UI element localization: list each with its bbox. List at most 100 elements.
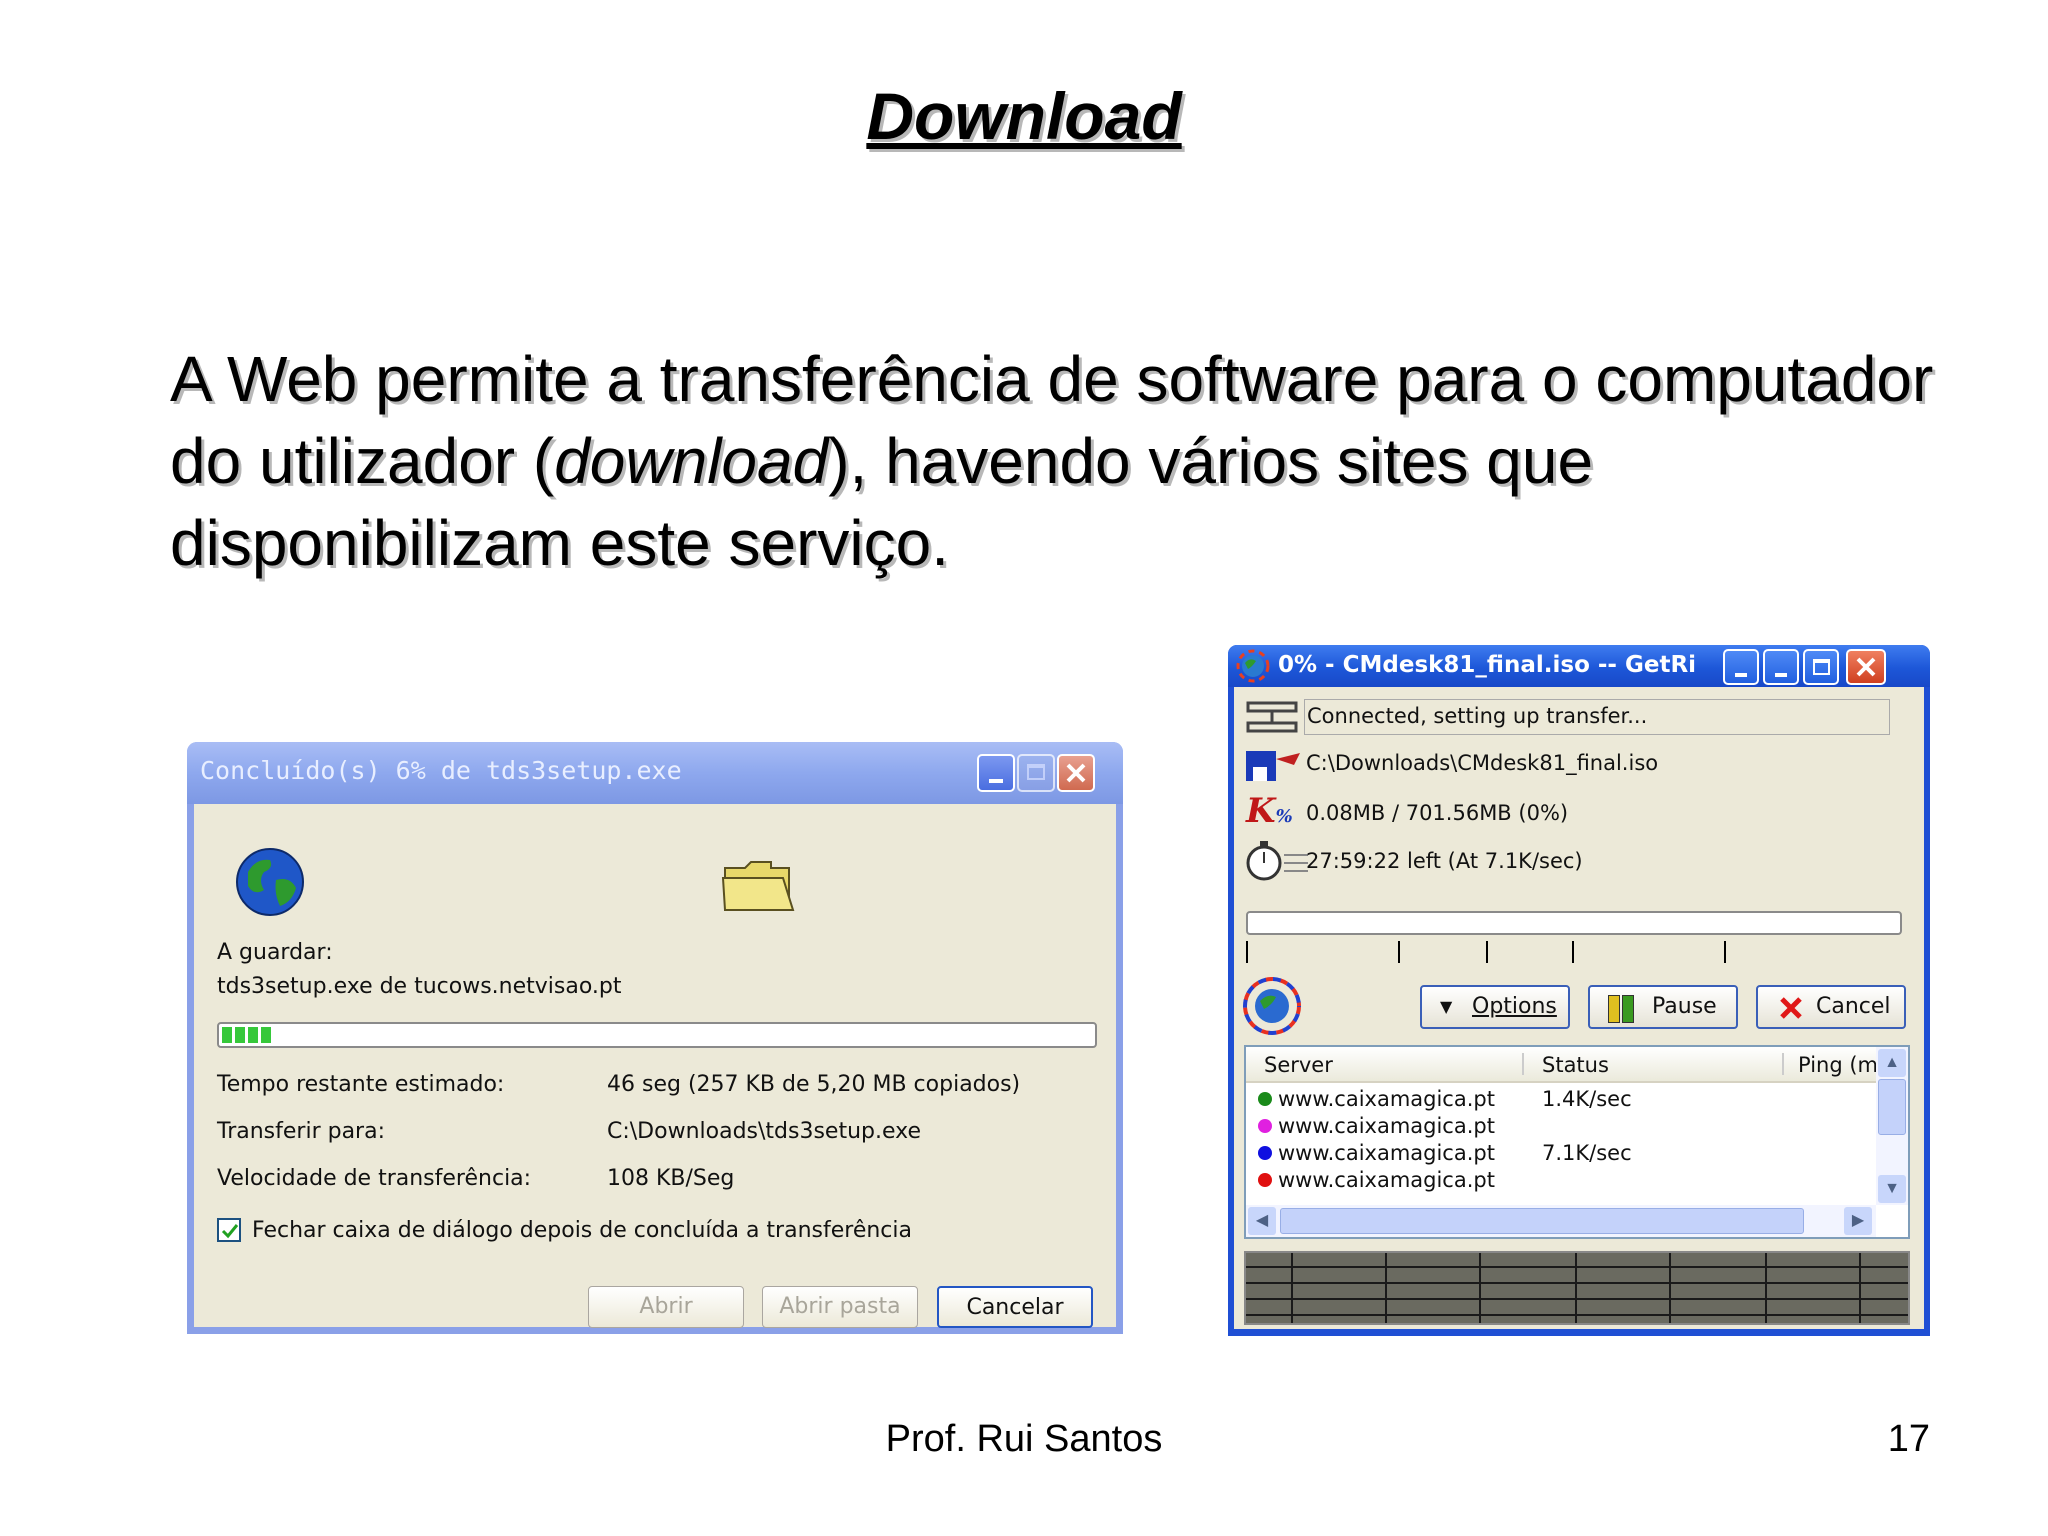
scroll-down-icon[interactable]: ▼ xyxy=(1878,1175,1906,1203)
segment-grid-lines xyxy=(1246,1253,1908,1323)
server-name: www.caixamagica.pt xyxy=(1278,1114,1495,1138)
footer-author: Prof. Rui Santos xyxy=(885,1418,1163,1460)
options-button[interactable]: ▼ Options xyxy=(1420,985,1570,1029)
server-status: 1.4K/sec xyxy=(1542,1087,1632,1111)
scroll-up-icon[interactable]: ▲ xyxy=(1878,1049,1906,1077)
transfer-rate-label: Velocidade de transferência: xyxy=(217,1166,532,1191)
pause-icon xyxy=(1608,995,1620,1023)
download-dialog-titlebar[interactable]: Concluído(s) 6% de tds3setup.exe xyxy=(187,742,1123,804)
time-left-text: 27:59:22 left (At 7.1K/sec) xyxy=(1306,849,1583,873)
save-path: C:\Downloads\CMdesk81_final.iso xyxy=(1306,751,1659,775)
getright-minimize-button[interactable] xyxy=(1763,649,1799,685)
stopwatch-icon xyxy=(1246,841,1308,881)
close-icon xyxy=(1066,763,1086,783)
getright-title: 0% - CMdesk81_final.iso -- GetRi xyxy=(1278,652,1697,678)
server-row[interactable]: www.caixamagica.pt xyxy=(1258,1114,1868,1140)
transfer-to-value: C:\Downloads\tds3setup.exe xyxy=(607,1119,922,1144)
server-list-vscrollbar[interactable]: ▲ ▼ xyxy=(1876,1047,1908,1205)
time-remaining-label: Tempo restante estimado: xyxy=(217,1072,505,1097)
getright-maximize-button[interactable] xyxy=(1803,649,1839,685)
open-folder-button[interactable]: Abrir pasta xyxy=(762,1286,918,1328)
minimize-icon xyxy=(1735,673,1747,677)
close-icon xyxy=(1856,657,1876,677)
checkmark-icon xyxy=(221,1224,239,1239)
scroll-thumb[interactable] xyxy=(1878,1079,1906,1135)
folder-icon xyxy=(721,861,795,911)
connection-icon xyxy=(1246,701,1298,733)
segment-marker xyxy=(1572,941,1574,963)
status-text: Connected, setting up transfer... xyxy=(1307,704,1648,728)
download-dialog-client: A guardar: tds3setup.exe de tucows.netvi… xyxy=(194,804,1116,1328)
save-disk-icon xyxy=(1246,751,1300,781)
body-italic: download xyxy=(554,425,829,497)
open-button[interactable]: Abrir xyxy=(588,1286,744,1328)
getright-cancel-button[interactable]: Cancel xyxy=(1756,985,1906,1029)
globe-icon xyxy=(236,848,304,916)
column-status[interactable]: Status xyxy=(1542,1053,1609,1077)
maximize-icon xyxy=(1027,764,1045,780)
segment-marker xyxy=(1398,941,1400,963)
getright-titlebar[interactable]: 0% - CMdesk81_final.iso -- GetRi xyxy=(1228,645,1930,687)
getright-minimize-tray-button[interactable] xyxy=(1723,649,1759,685)
minimize-button[interactable] xyxy=(977,754,1015,792)
server-list: Server Status Ping (m www.caixamagica.pt… xyxy=(1244,1045,1910,1239)
maximize-icon xyxy=(1813,659,1830,675)
cancel-x-icon xyxy=(1780,997,1802,1019)
download-dialog-title: Concluído(s) 6% de tds3setup.exe xyxy=(200,756,682,785)
getright-client: Connected, setting up transfer... C:\Dow… xyxy=(1234,687,1924,1329)
segment-grid xyxy=(1244,1251,1910,1325)
download-progress-bar xyxy=(217,1022,1097,1048)
column-ping[interactable]: Ping (m xyxy=(1798,1053,1878,1077)
server-status: 7.1K/sec xyxy=(1542,1141,1632,1165)
pause-button[interactable]: Pause xyxy=(1588,985,1738,1029)
footer-page-number: 17 xyxy=(1887,1418,1930,1460)
hscroll-thumb[interactable] xyxy=(1280,1208,1804,1234)
column-server[interactable]: Server xyxy=(1264,1053,1333,1077)
segment-marker xyxy=(1724,941,1726,963)
server-status-dot-icon xyxy=(1258,1146,1272,1160)
getright-app-icon xyxy=(1236,649,1270,683)
pause-label: Pause xyxy=(1652,994,1717,1019)
minimize-icon xyxy=(989,779,1003,783)
server-status-dot-icon xyxy=(1258,1173,1272,1187)
segment-markers xyxy=(1246,941,1902,963)
server-status-dot-icon xyxy=(1258,1092,1272,1106)
getright-progress-bar xyxy=(1246,911,1902,935)
server-name: www.caixamagica.pt xyxy=(1278,1168,1495,1192)
close-on-complete-checkbox[interactable] xyxy=(217,1218,241,1242)
status-field: Connected, setting up transfer... xyxy=(1304,699,1890,735)
saving-value: tds3setup.exe de tucows.netvisao.pt xyxy=(217,974,622,999)
getright-close-button[interactable] xyxy=(1846,649,1886,685)
saving-label: A guardar: xyxy=(217,940,333,965)
pause-icon-bar xyxy=(1622,995,1634,1023)
server-row[interactable]: www.caixamagica.pt 7.1K/sec xyxy=(1258,1141,1868,1167)
server-list-hscrollbar[interactable]: ◀ ▶ xyxy=(1246,1205,1876,1237)
cancel-label: Cancel xyxy=(1816,994,1891,1019)
cancel-button[interactable]: Cancelar xyxy=(937,1286,1093,1328)
getright-window: 0% - CMdesk81_final.iso -- GetRi Connect… xyxy=(1228,645,1930,1336)
scroll-left-icon[interactable]: ◀ xyxy=(1248,1207,1276,1235)
server-row[interactable]: www.caixamagica.pt xyxy=(1258,1168,1868,1194)
server-list-header: Server Status Ping (m xyxy=(1246,1047,1878,1083)
server-status-dot-icon xyxy=(1258,1119,1272,1133)
slide-title: Download xyxy=(866,79,1182,153)
segment-marker xyxy=(1246,941,1248,963)
slide-body: A Web permite a transferência de softwar… xyxy=(170,338,1970,584)
transfer-to-label: Transferir para: xyxy=(217,1119,385,1144)
scroll-right-icon[interactable]: ▶ xyxy=(1844,1207,1872,1235)
maximize-button[interactable] xyxy=(1017,754,1055,792)
close-on-complete-label: Fechar caixa de diálogo depois de conclu… xyxy=(252,1218,912,1243)
server-row[interactable]: www.caixamagica.pt 1.4K/sec xyxy=(1258,1087,1868,1113)
options-label: Options xyxy=(1472,994,1557,1019)
size-text: 0.08MB / 701.56MB (0%) xyxy=(1306,801,1569,825)
close-button[interactable] xyxy=(1057,754,1095,792)
triangle-down-icon: ▼ xyxy=(1440,997,1453,1016)
download-progress-fill xyxy=(222,1027,274,1043)
server-name: www.caixamagica.pt xyxy=(1278,1141,1495,1165)
time-remaining-value: 46 seg (257 KB de 5,20 MB copiados) xyxy=(607,1072,1021,1097)
server-name: www.caixamagica.pt xyxy=(1278,1087,1495,1111)
minimize-icon xyxy=(1775,673,1787,677)
download-dialog: Concluído(s) 6% de tds3setup.exe A guard… xyxy=(187,742,1123,1334)
size-icon: K% xyxy=(1246,791,1293,831)
transfer-rate-value: 108 KB/Seg xyxy=(607,1166,735,1191)
